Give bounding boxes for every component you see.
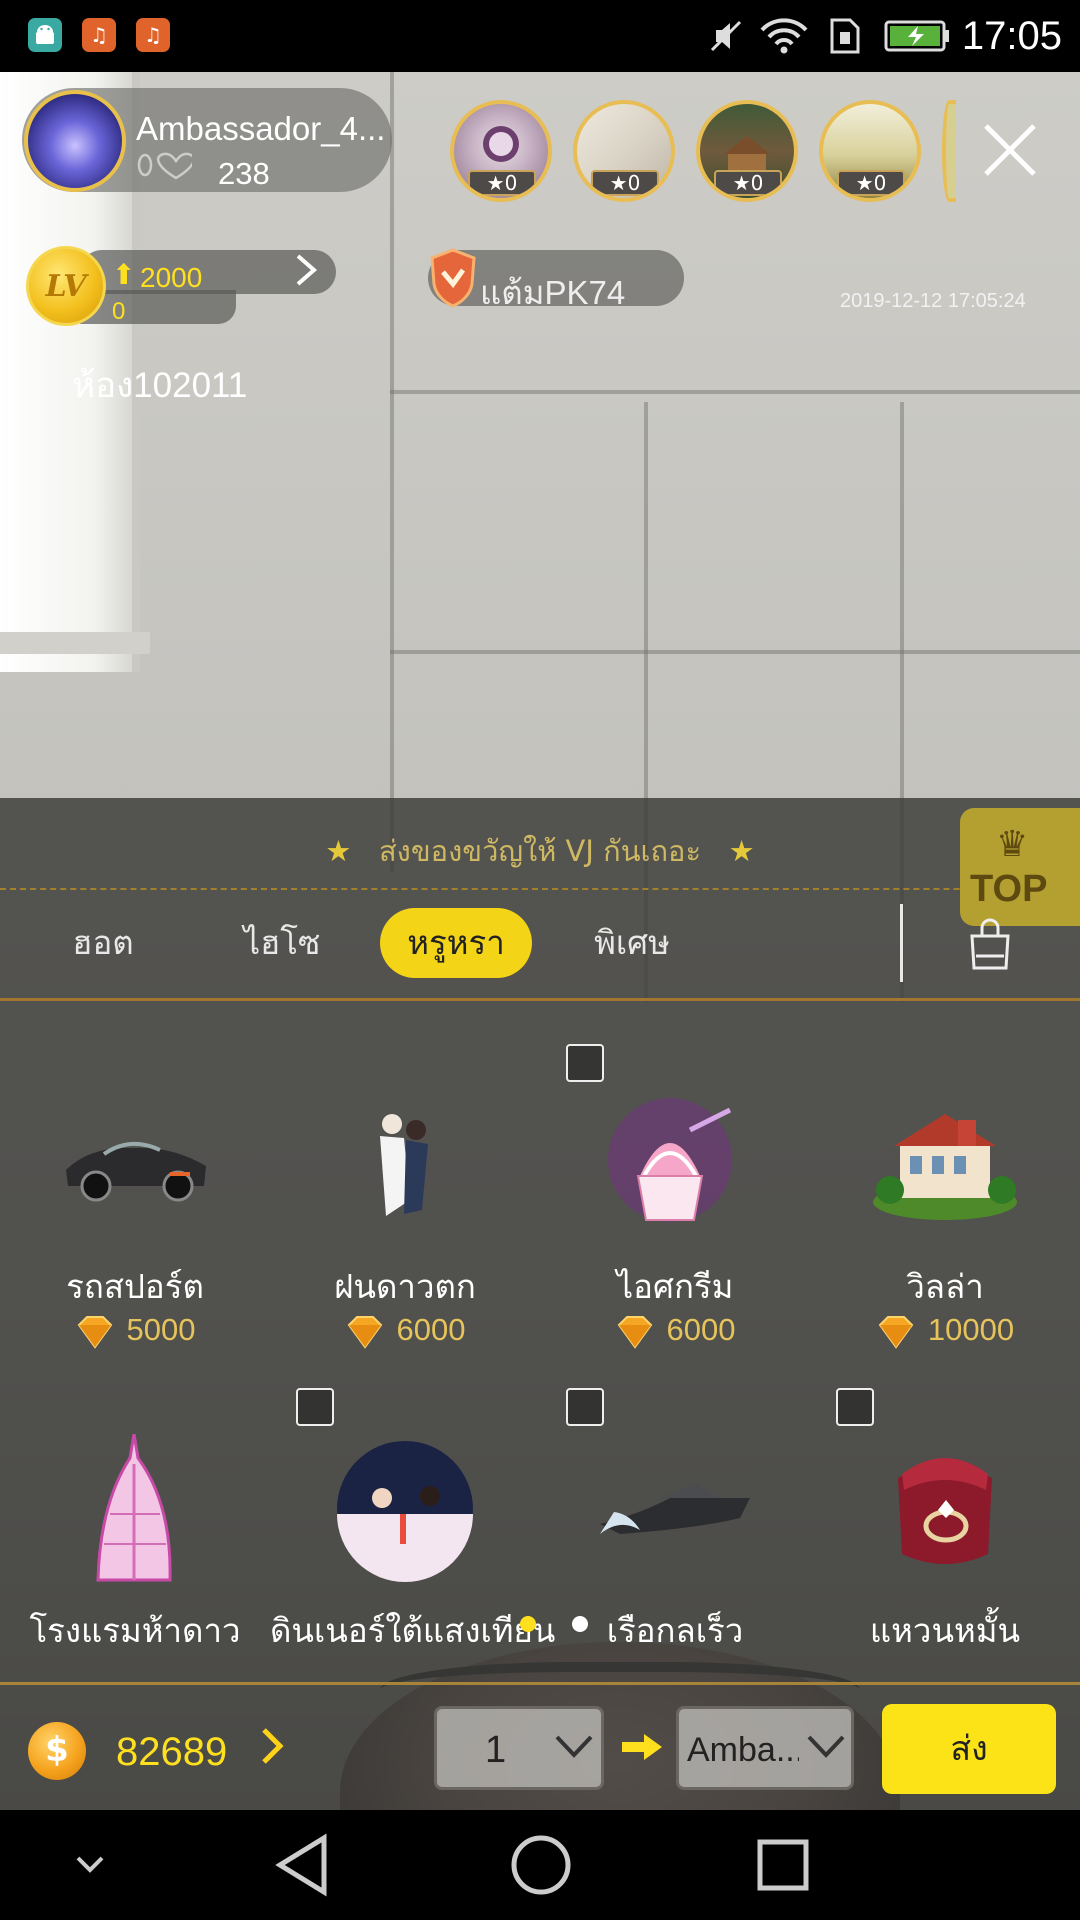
sim-icon <box>830 18 860 54</box>
coin-balance[interactable]: 82689 <box>116 1730 227 1775</box>
gift-name: ฝนดาวตก <box>334 1267 476 1306</box>
level-badge-icon: LV <box>26 246 106 326</box>
effect-tag-icon <box>566 1044 604 1082</box>
effect-tag-icon <box>566 1388 604 1426</box>
navigation-bar <box>0 1810 1080 1920</box>
star-icon: ★ <box>728 834 755 868</box>
crown-icon: ♛ <box>996 824 1029 865</box>
arrow-up-icon: ⬆ <box>112 258 136 291</box>
receiver-select[interactable]: Amba... <box>676 1706 854 1790</box>
gift-price: 6000 <box>270 1312 540 1349</box>
effect-tag-icon <box>296 1388 334 1426</box>
shopping-bag-icon[interactable] <box>966 916 1014 972</box>
tab-luxury[interactable]: หรูหรา <box>380 908 532 978</box>
diamond-icon <box>77 1315 112 1349</box>
viewer-avatar[interactable]: ★0 <box>819 100 921 202</box>
candle-dinner-icon <box>337 1441 473 1582</box>
close-icon[interactable] <box>978 118 1042 182</box>
diamond-icon <box>347 1315 382 1349</box>
gift-promo: ★ ส่งของขวัญให้ VJ กันเถอะ ★ <box>325 834 755 868</box>
chevron-right-icon[interactable] <box>258 1724 286 1779</box>
gift-item[interactable]: รถสปอร์ต 5000 <box>0 1090 270 1430</box>
music-app-icon: ♫ <box>136 18 170 52</box>
fans-count: 238 <box>218 156 270 191</box>
viewer-avatar[interactable]: ★0 <box>696 100 798 202</box>
villa-icon <box>873 1114 1017 1220</box>
level-current: 0 <box>112 298 126 325</box>
room-id: ห้อง102011 <box>72 366 248 405</box>
gift-item[interactable]: โรงแรมห้าดาว <box>0 1434 270 1774</box>
chevron-down-icon <box>807 1735 845 1758</box>
gift-name: ดินเนอร์ใต้แสงเทียน <box>270 1611 556 1650</box>
gift-name: รถสปอร์ต <box>66 1267 204 1306</box>
sports-car-icon <box>66 1142 206 1202</box>
heart-icon <box>136 150 196 187</box>
chevron-down-icon[interactable] <box>70 1850 110 1880</box>
gift-name: วิลล่า <box>906 1267 984 1306</box>
chevron-down-icon <box>555 1735 593 1758</box>
speedboat-icon <box>600 1484 750 1534</box>
battery-charging-icon <box>884 20 949 52</box>
clock: 17:05 <box>961 14 1062 58</box>
gift-price: 10000 <box>810 1312 1080 1349</box>
page-dot-active <box>520 1616 536 1632</box>
status-bar: ♫ ♫ 17:05 <box>0 0 1080 72</box>
level-target: 2000 <box>140 262 203 293</box>
hotel-icon <box>96 1434 172 1582</box>
gift-item[interactable]: ฝนดาวตก 6000 <box>270 1090 540 1430</box>
top-ranking-button[interactable]: ♛ TOP <box>960 808 1080 926</box>
mute-icon <box>710 20 742 52</box>
gift-name: ไอศกรีม <box>616 1267 734 1306</box>
viewer-avatar[interactable]: ★0 <box>450 100 552 202</box>
gift-name: แหวนหมั้น <box>869 1611 1021 1650</box>
recents-icon[interactable] <box>752 1832 812 1898</box>
wifi-icon <box>760 18 808 54</box>
music-app-icon: ♫ <box>82 18 116 52</box>
page-indicator <box>520 1616 590 1636</box>
back-icon[interactable] <box>272 1832 332 1898</box>
page-dot <box>572 1616 588 1632</box>
ice-cream-icon <box>608 1098 732 1222</box>
android-icon <box>28 18 62 52</box>
chevron-right-icon[interactable] <box>294 252 318 297</box>
timestamp: 2019-12-12 17:05:24 <box>840 290 1026 312</box>
effect-tag-icon <box>836 1388 874 1426</box>
shield-icon <box>430 248 476 308</box>
pk-label: แต้มPK74 <box>480 274 626 311</box>
coin-icon: $ <box>28 1722 86 1780</box>
viewer-avatar-partial[interactable] <box>942 100 956 202</box>
tab-hiso[interactable]: ไฮโซ <box>222 908 342 978</box>
viewer-avatar[interactable]: ★0 <box>573 100 675 202</box>
tab-special[interactable]: พิเศษ <box>576 908 688 978</box>
diamond-icon <box>617 1315 652 1349</box>
star-icon: ★ <box>325 834 352 868</box>
diamond-icon <box>878 1315 914 1349</box>
gift-item[interactable]: ไอศกรีม 6000 <box>540 1044 810 1430</box>
home-icon[interactable] <box>508 1832 574 1898</box>
quantity-select[interactable]: 1 <box>434 1706 604 1790</box>
engagement-ring-icon <box>898 1458 992 1564</box>
streamer-avatar[interactable] <box>24 90 126 192</box>
gift-name: โรงแรมห้าดาว <box>29 1611 241 1650</box>
gift-price: 5000 <box>0 1312 270 1349</box>
send-button[interactable]: ส่ง <box>882 1704 1056 1794</box>
arrow-right-icon <box>622 1734 662 1760</box>
gift-item[interactable]: วิลล่า 10000 <box>810 1090 1080 1430</box>
meteor-couple-icon <box>380 1114 428 1216</box>
tab-hot[interactable]: ฮอต <box>48 908 158 978</box>
streamer-name: Ambassador_4... <box>136 110 386 147</box>
gift-price: 6000 <box>540 1312 810 1349</box>
